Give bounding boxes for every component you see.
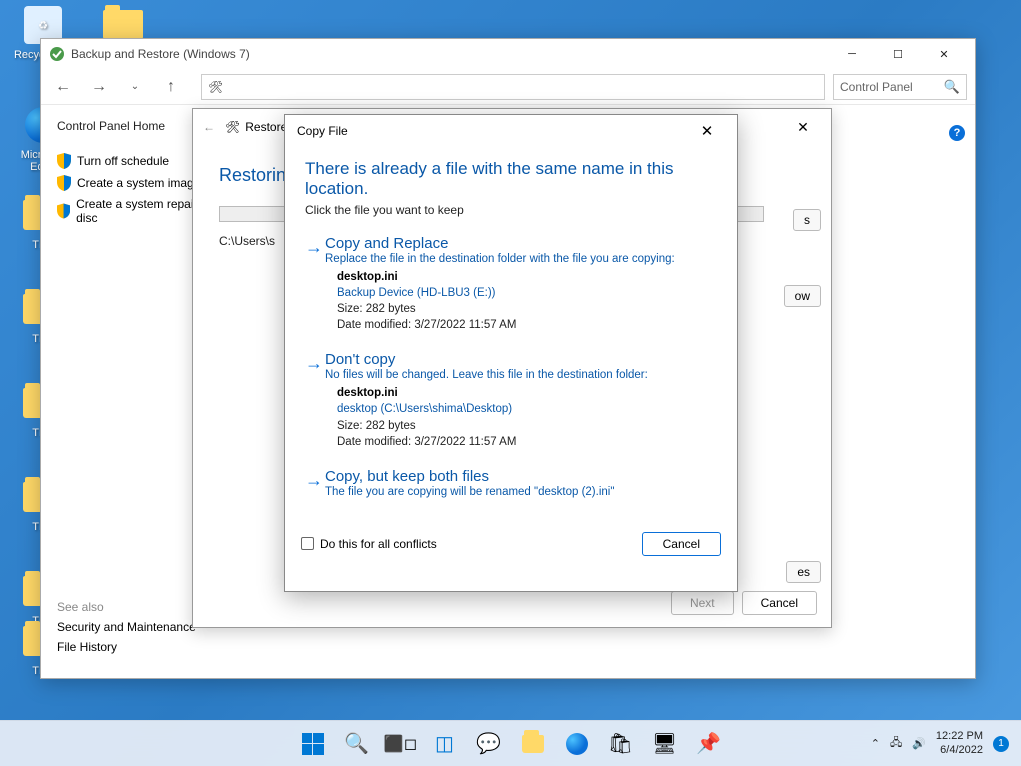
shield-icon [57,175,71,191]
app-icon [49,46,65,62]
copy-replace-option[interactable]: → Copy and Replace Replace the file in t… [305,227,717,343]
back-button[interactable]: ← [49,73,77,101]
titlebar[interactable]: Backup and Restore (Windows 7) ─ ☐ ✕ [41,39,975,69]
dialog-heading: There is already a file with the same na… [305,159,717,199]
keep-both-desc: The file you are copying will be renamed… [325,486,713,498]
tray-network-icon[interactable]: 🖧 [890,734,902,753]
start-button[interactable] [293,724,333,764]
notification-badge[interactable]: 1 [993,736,1009,752]
turn-off-schedule-link[interactable]: Turn off schedule [77,154,169,168]
dialog-close-button[interactable]: ✕ [689,115,725,147]
wizard-close-button[interactable]: ✕ [785,109,821,145]
dialog-title: Copy File [297,124,348,138]
partial-button-s[interactable]: s [793,209,821,231]
maximize-button[interactable]: ☐ [875,39,921,69]
arrow-icon: → [305,470,323,491]
task-view-button[interactable]: ⬛◻ [381,724,421,764]
tray-chevron-icon[interactable]: ⌃ [871,737,880,750]
address-bar[interactable]: 🛠 [201,74,825,100]
source-date: Date modified: 3/27/2022 11:57 AM [337,317,713,333]
dont-copy-title: Don't copy [325,351,713,368]
up-button[interactable]: ↑ [157,73,185,101]
copy-replace-desc: Replace the file in the destination fold… [325,253,713,265]
widgets-button[interactable]: ◫ [425,724,465,764]
taskbar: 🔍 ⬛◻ ◫ 💬 🛍 🖥 📌 ⌃ 🖧 🔊 12:22 PM 6/4/2022 1 [0,720,1021,766]
partial-button-es[interactable]: es [786,561,821,583]
dialog-cancel-button[interactable]: Cancel [642,532,721,556]
edge-taskbar-button[interactable] [557,724,597,764]
search-box[interactable]: Control Panel 🔍 [833,74,967,100]
source-location: Backup Device (HD-LBU3 (E:)) [337,285,713,301]
all-conflicts-label: Do this for all conflicts [320,537,437,551]
all-conflicts-checkbox-row[interactable]: Do this for all conflicts [301,537,437,551]
search-button[interactable]: 🔍 [337,724,377,764]
control-panel-home-link[interactable]: Control Panel Home [57,119,213,133]
next-button[interactable]: Next [671,591,734,615]
wizard-cancel-button[interactable]: Cancel [742,591,817,615]
help-icon[interactable]: ? [949,125,965,141]
close-button[interactable]: ✕ [921,39,967,69]
partial-button-ow[interactable]: ow [784,285,821,307]
security-maintenance-link[interactable]: Security and Maintenance [57,620,196,634]
create-system-image-link[interactable]: Create a system image [77,176,200,190]
app-button-1[interactable]: 🖥 [645,724,685,764]
wizard-icon: 🛠 [225,120,240,134]
wizard-heading: Restore [245,120,287,134]
dest-location: desktop (C:\Users\shima\Desktop) [337,401,713,417]
app-button-2[interactable]: 📌 [689,724,729,764]
recent-dropdown[interactable]: ⌄ [121,73,149,101]
source-size: Size: 282 bytes [337,301,713,317]
arrow-icon: → [305,237,323,258]
window-title: Backup and Restore (Windows 7) [71,47,250,61]
minimize-button[interactable]: ─ [829,39,875,69]
keep-both-option[interactable]: → Copy, but keep both files The file you… [305,460,717,508]
tray-volume-icon[interactable]: 🔊 [912,737,926,750]
dest-size: Size: 282 bytes [337,418,713,434]
wizard-back-icon[interactable]: ← [203,120,215,134]
forward-button[interactable]: → [85,73,113,101]
dont-copy-desc: No files will be changed. Leave this fil… [325,369,713,381]
arrow-icon: → [305,353,323,374]
dest-date: Date modified: 3/27/2022 11:57 AM [337,434,713,450]
file-history-link[interactable]: File History [57,640,196,654]
dialog-subtext: Click the file you want to keep [305,203,717,217]
store-button[interactable]: 🛍 [601,724,641,764]
search-icon: 🔍 [944,79,960,95]
taskbar-clock[interactable]: 12:22 PM 6/4/2022 [936,730,983,756]
shield-icon [57,203,70,219]
source-filename: desktop.ini [337,269,713,285]
dont-copy-option[interactable]: → Don't copy No files will be changed. L… [305,343,717,459]
explorer-button[interactable] [513,724,553,764]
checkbox-icon[interactable] [301,537,314,550]
navigation-row: ← → ⌄ ↑ 🛠 Control Panel 🔍 [41,69,975,105]
dest-filename: desktop.ini [337,385,713,401]
chat-button[interactable]: 💬 [469,724,509,764]
copy-replace-title: Copy and Replace [325,235,713,252]
shield-icon [57,153,71,169]
copy-file-dialog: Copy File ✕ There is already a file with… [284,114,738,592]
keep-both-title: Copy, but keep both files [325,468,713,485]
see-also-header: See also [57,600,196,614]
